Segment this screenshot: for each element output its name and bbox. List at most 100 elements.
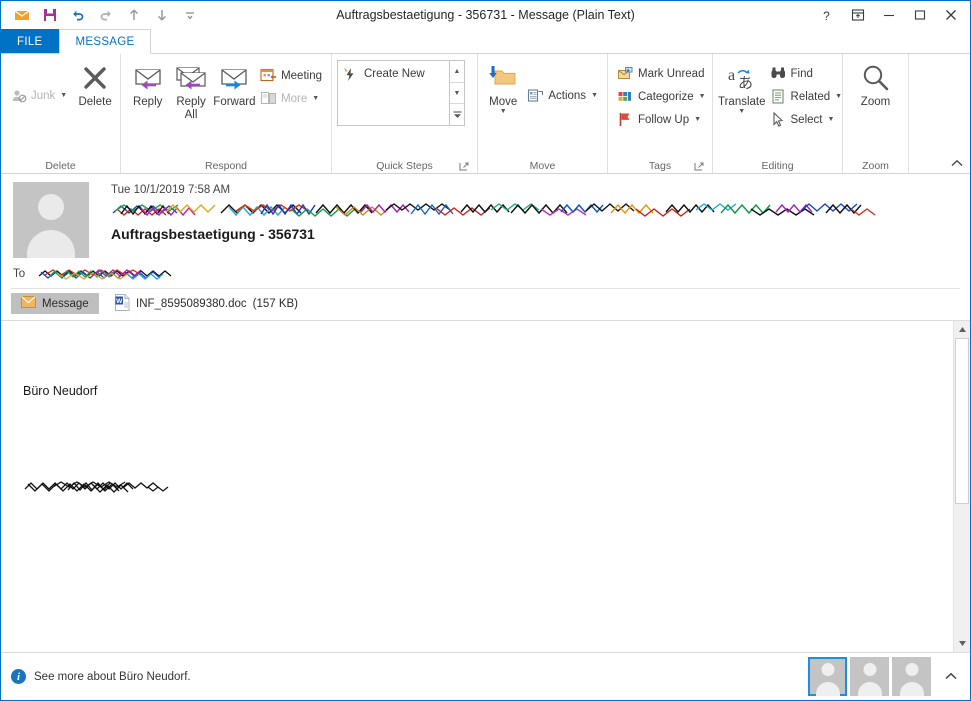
junk-button[interactable]: Junk ▼ xyxy=(6,84,71,107)
chevron-down-icon: ▼ xyxy=(827,116,835,123)
collapse-ribbon-button[interactable] xyxy=(948,155,966,171)
select-button[interactable]: Select ▼ xyxy=(766,108,847,131)
message-date: Tue 10/1/2019 7:58 AM xyxy=(111,184,231,196)
body-line: Büro Neudorf xyxy=(23,383,98,398)
quick-steps-scroll-down[interactable]: ▼ xyxy=(450,83,464,105)
attachment-item[interactable]: W INF_8595089380.doc (157 KB) xyxy=(115,293,299,314)
svg-text:あ: あ xyxy=(738,75,753,92)
header-separator xyxy=(11,288,960,289)
redo-icon[interactable] xyxy=(93,4,119,26)
quick-steps-dialog-launcher[interactable] xyxy=(458,161,470,173)
related-label: Related xyxy=(790,90,831,103)
related-button[interactable]: Related ▼ xyxy=(766,85,847,108)
chevron-down-icon: ▼ xyxy=(60,92,68,99)
message-body[interactable]: Büro Neudorf -----Ursprüngliche Nac xyxy=(1,321,953,652)
quick-steps-scroll: ▲ ▼ xyxy=(449,61,464,125)
chevron-down-icon: ▼ xyxy=(835,93,843,100)
quick-step-create-new[interactable]: Create New xyxy=(342,64,449,84)
ribbon-group-respond: Reply Reply All Forward Meeting More ▼ R… xyxy=(121,54,332,174)
categorize-button[interactable]: Categorize ▼ xyxy=(613,85,710,108)
sender-name-redacted xyxy=(111,200,958,220)
more-button[interactable]: More ▼ xyxy=(256,87,326,110)
recipient-redacted xyxy=(37,266,187,282)
maximize-button[interactable] xyxy=(904,2,935,28)
person-avatar[interactable] xyxy=(892,657,931,696)
send-mail-icon[interactable] xyxy=(9,4,35,26)
follow-up-button[interactable]: Follow Up ▼ xyxy=(613,108,710,131)
chevron-down-icon: ▼ xyxy=(499,108,507,116)
find-button[interactable]: Find xyxy=(766,62,847,85)
outlook-message-window: Auftragsbestaetigung - 356731 - Message … xyxy=(0,0,971,701)
group-label-delete: Delete xyxy=(45,160,76,172)
status-text[interactable]: See more about Büro Neudorf. xyxy=(34,671,191,683)
reply-button[interactable]: Reply xyxy=(126,58,169,109)
group-label-quick-steps: Quick Steps xyxy=(337,158,472,174)
previous-item-icon[interactable] xyxy=(121,4,147,26)
scrollbar-thumb[interactable] xyxy=(955,338,969,505)
forward-button[interactable]: Forward xyxy=(213,58,256,109)
translate-button[interactable]: a あ Translate ▼ xyxy=(718,58,766,116)
group-label-text: Quick Steps xyxy=(376,160,433,172)
mark-unread-icon xyxy=(617,65,634,82)
reply-all-label: Reply All xyxy=(176,96,206,122)
quick-steps-gallery[interactable]: Create New ▲ ▼ xyxy=(337,60,465,126)
minimize-button[interactable] xyxy=(873,2,904,28)
undo-icon[interactable] xyxy=(65,4,91,26)
attachment-size: (157 KB) xyxy=(252,297,299,310)
tab-file[interactable]: FILE xyxy=(1,29,59,54)
move-button[interactable]: Move ▼ xyxy=(483,58,523,116)
quick-access-toolbar xyxy=(1,4,203,26)
message-tab-chip[interactable]: Message xyxy=(11,293,99,314)
message-body-area: Büro Neudorf -----Ursprüngliche Nac xyxy=(1,321,970,652)
help-button[interactable]: ? xyxy=(811,2,842,28)
delete-label: Delete xyxy=(78,96,112,108)
ribbon-group-delete: Junk ▼ Delete Delete xyxy=(1,54,121,174)
quick-steps-more[interactable] xyxy=(450,104,464,125)
ribbon-display-options-icon[interactable] xyxy=(842,2,873,28)
reply-all-button[interactable]: Reply All xyxy=(169,58,212,122)
quick-step-label: Create New xyxy=(364,68,425,80)
body-line xyxy=(23,629,933,648)
ribbon-group-editing: a あ Translate ▼ Find Related ▼ Select ▼ … xyxy=(713,54,843,174)
move-folder-icon xyxy=(486,62,520,96)
quick-steps-list: Create New xyxy=(338,61,449,125)
svg-text:?: ? xyxy=(823,9,830,22)
cursor-icon xyxy=(770,111,787,128)
body-line xyxy=(23,571,933,590)
body-scrollbar[interactable] xyxy=(953,321,970,652)
group-label-editing: Editing xyxy=(761,160,794,172)
sender-avatar[interactable] xyxy=(13,182,89,258)
tags-dialog-launcher[interactable] xyxy=(693,161,705,173)
tab-message[interactable]: MESSAGE xyxy=(58,29,152,54)
actions-button[interactable]: Actions ▼ xyxy=(523,84,602,107)
customize-quick-access-icon[interactable] xyxy=(177,4,203,26)
people-pane xyxy=(808,657,962,696)
person-avatar[interactable] xyxy=(808,657,847,696)
scroll-up-button[interactable] xyxy=(954,321,970,338)
message-header: Tue 10/1/2019 7:58 AM Auftragsbestaetigu… xyxy=(1,174,970,289)
close-button[interactable] xyxy=(935,2,966,28)
chevron-down-icon: ▼ xyxy=(591,92,598,99)
person-avatar[interactable] xyxy=(850,657,889,696)
status-bar: i See more about Büro Neudorf. xyxy=(1,652,970,700)
mark-unread-button[interactable]: Mark Unread xyxy=(613,62,710,85)
follow-up-label: Follow Up xyxy=(638,113,690,126)
actions-label: Actions xyxy=(548,89,587,102)
translate-icon: a あ xyxy=(725,62,759,96)
chevron-down-icon: ▼ xyxy=(738,108,746,116)
save-icon[interactable] xyxy=(37,4,63,26)
categorize-icon xyxy=(617,88,634,105)
word-doc-icon: W xyxy=(115,293,130,314)
delete-button[interactable]: Delete xyxy=(75,58,115,109)
next-item-icon[interactable] xyxy=(149,4,175,26)
expand-people-pane-button[interactable] xyxy=(940,662,962,692)
title-bar: Auftragsbestaetigung - 356731 - Message … xyxy=(1,1,970,29)
group-label-zoom: Zoom xyxy=(862,160,889,172)
to-label: To xyxy=(13,268,26,280)
forward-icon xyxy=(218,62,250,96)
meeting-button[interactable]: Meeting xyxy=(256,64,326,87)
zoom-button[interactable]: Zoom xyxy=(848,58,903,109)
scrollbar-track[interactable] xyxy=(954,338,970,635)
quick-steps-scroll-up[interactable]: ▲ xyxy=(450,61,464,83)
scroll-down-button[interactable] xyxy=(954,635,970,652)
